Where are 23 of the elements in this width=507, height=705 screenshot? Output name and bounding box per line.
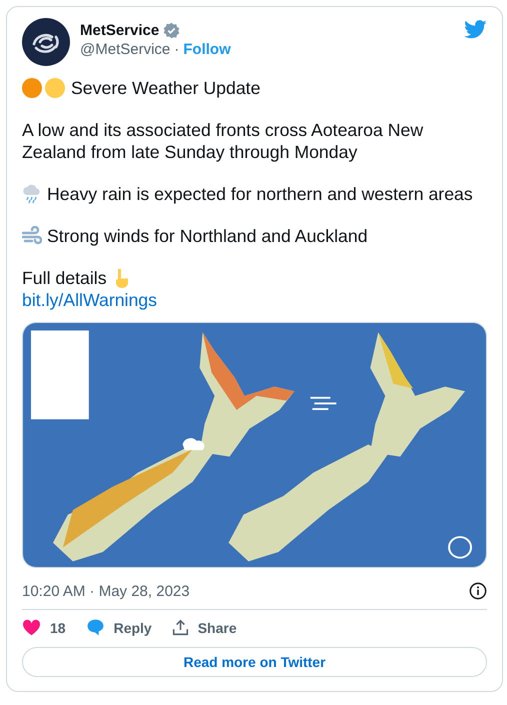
speech-bubble-icon xyxy=(86,618,105,637)
tweet-text: Strong winds for Northland and Auckland xyxy=(47,225,368,247)
share-button[interactable]: Share xyxy=(172,617,237,638)
like-button[interactable]: 18 xyxy=(22,617,66,638)
warning-dots-icon xyxy=(22,78,66,98)
avatar-logo-icon[interactable] xyxy=(22,18,70,66)
separator: · xyxy=(174,41,180,58)
rain-cloud-icon xyxy=(22,184,42,204)
warnings-link[interactable]: bit.ly/AllWarnings xyxy=(22,289,157,311)
twitter-bird-icon[interactable] xyxy=(464,20,487,39)
tweet-text: A low and its associated fronts cross Aotearoa New Zealand from late Sunday through Monday xyxy=(22,119,424,163)
headline-text: Severe Weather Update xyxy=(71,77,260,99)
reply-button[interactable]: Reply xyxy=(86,616,152,639)
read-more-button[interactable]: Read more on Twitter xyxy=(22,647,487,677)
heart-icon xyxy=(22,619,41,636)
share-icon xyxy=(172,619,189,636)
author-name[interactable]: MetService xyxy=(80,22,160,39)
author-handle: @MetService xyxy=(80,41,170,58)
wind-icon xyxy=(22,226,42,246)
tweet-text: Full details xyxy=(22,267,107,289)
info-icon[interactable] xyxy=(469,582,487,600)
timestamp[interactable]: 10:20 AM · May 28, 2023 xyxy=(22,582,190,600)
tweet-text: Heavy rain is expected for northern and western areas xyxy=(47,183,473,205)
